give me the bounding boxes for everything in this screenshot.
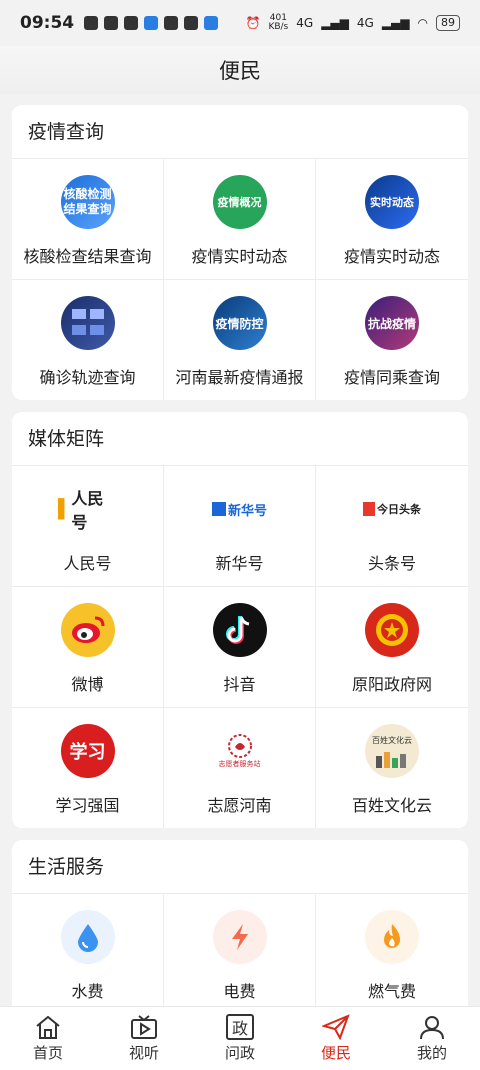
section-title: 疫情查询 [12, 105, 468, 159]
grid-item-label: 河南最新疫情通报 [175, 368, 304, 387]
grid-item-xinhuahao[interactable]: 新华号 新华号 [164, 466, 316, 587]
grid-item-label: 抖音 [223, 675, 256, 694]
grid-item-label: 人民号 [63, 554, 112, 573]
grid-item-douyin[interactable]: 抖音 [164, 587, 316, 708]
tab-label: 视听 [128, 1044, 159, 1062]
network-type-right: 4G [356, 16, 374, 30]
section-media-matrix: 媒体矩阵 ▌ 人民号 人民号 新华号 新华号 今日头条 头条号 微博 抖音 原阳… [12, 412, 468, 828]
weibo-icon [60, 603, 115, 657]
grid-item-label: 核酸检查结果查询 [23, 247, 152, 266]
home-icon [34, 1014, 62, 1040]
notification-icons [84, 16, 219, 30]
tab-label: 首页 [32, 1044, 63, 1062]
grid-item-label: 确诊轨迹查询 [39, 368, 136, 387]
grid-item-nucleic-test[interactable]: 核酸检测结果查询 核酸检查结果查询 [12, 159, 164, 280]
signal-icon: ▂▄▆ [321, 16, 349, 30]
section-epidemic-query: 疫情查询 核酸检测结果查询 核酸检查结果查询 疫情概况 疫情实时动态 实时动态 … [12, 105, 468, 400]
grid-item-label: 微博 [71, 675, 104, 694]
tv-play-icon [130, 1014, 158, 1040]
grid-item-co-passenger[interactable]: 抗战疫情 疫情同乘查询 [316, 280, 468, 400]
grid-item-label: 新华号 [215, 554, 264, 573]
network-type-left: 4G [296, 16, 314, 30]
section-life-services: 生活服务 水费 电费 燃气费 [12, 840, 468, 1020]
grid-item-label: 疫情实时动态 [191, 247, 288, 266]
grid-item-toutiao[interactable]: 今日头条 头条号 [316, 466, 468, 587]
fight-epidemic-icon: 抗战疫情 [365, 296, 419, 350]
grid-item-gas-fee[interactable]: 燃气费 [316, 894, 468, 1015]
grid-item-trajectory[interactable]: 确诊轨迹查询 [12, 280, 164, 400]
grid-item-label: 学习强国 [55, 796, 120, 815]
lightning-icon [212, 910, 267, 964]
tiktok-notification-icon [84, 16, 99, 30]
national-emblem-icon [365, 603, 419, 657]
wifi-icon: ◠ [417, 16, 428, 30]
renminhao-logo: ▌ 人民号 [57, 489, 104, 532]
grid-item-label: 头条号 [367, 554, 416, 573]
grid-item-label: 疫情实时动态 [343, 247, 440, 266]
network-speed: 401 KB/s [268, 13, 289, 32]
page-header: 便民 [0, 46, 480, 94]
section-title: 生活服务 [12, 840, 468, 894]
app-notification-icon [204, 16, 219, 30]
grid-item-label: 百姓文化云 [351, 796, 432, 815]
tab-label: 便民 [320, 1044, 351, 1062]
send-arrow-icon [322, 1014, 350, 1040]
flame-icon [365, 910, 419, 964]
volunteer-icon: 志愿者服务站 [212, 724, 267, 778]
xinhuahao-logo: 新华号 [210, 482, 270, 536]
tab-mine[interactable]: 我的 [384, 1007, 480, 1070]
epidemic-overview-icon: 疫情概况 [212, 175, 267, 229]
grid-item-water-fee[interactable]: 水费 [12, 894, 164, 1015]
zheng-icon: 政 [226, 1014, 254, 1040]
grid-item-label: 电费 [223, 982, 256, 1001]
bottom-tab-bar: 首页 视听 政 问政 便民 我的 [0, 1006, 480, 1070]
alarm-icon: ⏰ [245, 16, 261, 30]
tab-audiovisual[interactable]: 视听 [96, 1007, 192, 1070]
tab-label: 我的 [416, 1044, 447, 1062]
nucleic-test-icon: 核酸检测结果查询 [60, 175, 115, 229]
grid-item-yuanyang-gov[interactable]: 原阳政府网 [316, 587, 468, 708]
grid-item-label: 原阳政府网 [351, 675, 432, 694]
grid-item-epidemic-realtime[interactable]: 疫情概况 疫情实时动态 [164, 159, 316, 280]
app-notification-icon [164, 16, 179, 30]
epidemic-prevention-icon: 疫情防控 [212, 296, 267, 350]
grid-item-culture-cloud[interactable]: 百姓文化云 百姓文化云 [316, 708, 468, 828]
xuexi-icon: 学习 [60, 724, 115, 778]
battery-icon: 89 [436, 15, 460, 31]
grid-item-volunteer-henan[interactable]: 志愿者服务站 志愿河南 [164, 708, 316, 828]
app-notification-icon [124, 16, 139, 30]
app-notification-icon [144, 16, 159, 30]
toutiao-logo: 今日头条 [360, 482, 424, 536]
weibo-notification-icon [184, 16, 199, 30]
grid-item-weibo[interactable]: 微博 [12, 587, 164, 708]
tab-bianmin[interactable]: 便民 [288, 1007, 384, 1070]
grid-item-label: 水费 [71, 982, 104, 1001]
tab-home[interactable]: 首页 [0, 1007, 96, 1070]
grid-item-epidemic-realtime-2[interactable]: 实时动态 疫情实时动态 [316, 159, 468, 280]
tab-label: 问政 [224, 1044, 255, 1062]
grid-item-label: 疫情同乘查询 [343, 368, 440, 387]
realtime-dynamic-icon: 实时动态 [365, 175, 419, 229]
grid-item-renminhao[interactable]: ▌ 人民号 人民号 [12, 466, 164, 587]
grid-item-label: 燃气费 [367, 982, 416, 1001]
user-icon [418, 1014, 446, 1040]
grid-item-xuexi[interactable]: 学习 学习强国 [12, 708, 164, 828]
section-title: 媒体矩阵 [12, 412, 468, 466]
page-title: 便民 [219, 59, 261, 83]
grid-item-electricity-fee[interactable]: 电费 [164, 894, 316, 1015]
status-bar: 09:54 ⏰ 401 KB/s 4G ▂▄▆ 4G ▂▄▆ ◠ 89 [0, 0, 480, 46]
trajectory-icon [60, 296, 115, 350]
water-drop-icon [60, 910, 115, 964]
signal-icon: ▂▄▆ [381, 16, 410, 30]
douyin-icon [212, 603, 267, 657]
status-time: 09:54 [20, 13, 75, 33]
tab-wenzheng[interactable]: 政 问政 [192, 1007, 288, 1070]
culture-cloud-icon: 百姓文化云 [365, 724, 419, 778]
app-notification-icon [104, 16, 119, 30]
grid-item-henan-report[interactable]: 疫情防控 河南最新疫情通报 [164, 280, 316, 400]
grid-item-label: 志愿河南 [207, 796, 272, 815]
